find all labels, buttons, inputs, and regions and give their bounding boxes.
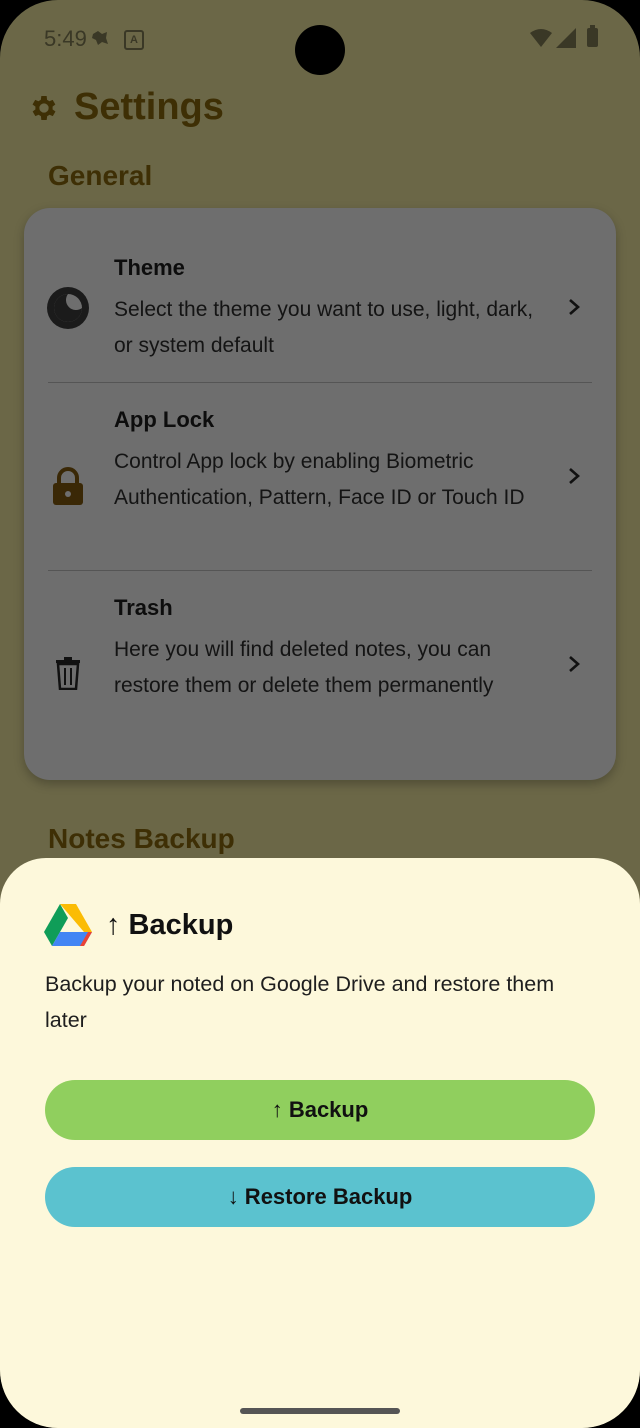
a-badge-icon: A <box>124 30 144 50</box>
chevron-right-icon <box>569 468 580 484</box>
setting-item-theme[interactable]: Theme Select the theme you want to use, … <box>24 208 616 382</box>
setting-title: App Lock <box>114 407 215 432</box>
signal-icon <box>556 28 576 48</box>
setting-description: Here you will find deleted notes, you ca… <box>114 638 494 697</box>
section-notes-backup: Notes Backup <box>48 823 235 854</box>
lock-icon <box>46 465 90 509</box>
section-general: General <box>48 160 153 191</box>
sheet-header: ↑ Backup <box>44 904 233 946</box>
chevron-right-icon <box>569 299 580 315</box>
home-indicator[interactable] <box>240 1408 400 1414</box>
camera-cutout <box>295 25 345 75</box>
setting-item-trash[interactable]: Trash Here you will find deleted notes, … <box>24 571 616 780</box>
settings-title: Settings <box>74 86 224 128</box>
gear-icon <box>32 95 56 120</box>
backup-bottom-sheet: ↑ Backup Backup your noted on Google Dri… <box>0 858 640 1428</box>
status-time: 5:49 <box>44 26 87 51</box>
google-drive-icon <box>44 904 92 946</box>
battery-icon <box>587 25 598 47</box>
trash-icon <box>46 651 90 695</box>
settings-card: Theme Select the theme you want to use, … <box>24 208 616 780</box>
setting-description: Control App lock by enabling Biometric A… <box>114 450 525 509</box>
phone-screen: 5:49 A Settings General Theme Select the… <box>0 0 640 1428</box>
sheet-title: ↑ Backup <box>106 908 234 941</box>
chevron-right-icon <box>569 656 580 672</box>
sheet-description: Backup your noted on Google Drive and re… <box>45 972 555 1032</box>
setting-title: Theme <box>114 255 185 280</box>
theme-icon <box>46 286 90 330</box>
setting-description: Select the theme you want to use, light,… <box>114 298 534 357</box>
wifi-icon <box>530 29 552 47</box>
setting-item-app-lock[interactable]: App Lock Control App lock by enabling Bi… <box>24 383 616 569</box>
backup-button[interactable]: ↑ Backup <box>45 1080 595 1140</box>
notification-icon <box>92 31 108 45</box>
setting-title: Trash <box>114 595 173 620</box>
page-title: Settings <box>28 86 224 129</box>
restore-backup-button[interactable]: ↓ Restore Backup <box>45 1167 595 1227</box>
